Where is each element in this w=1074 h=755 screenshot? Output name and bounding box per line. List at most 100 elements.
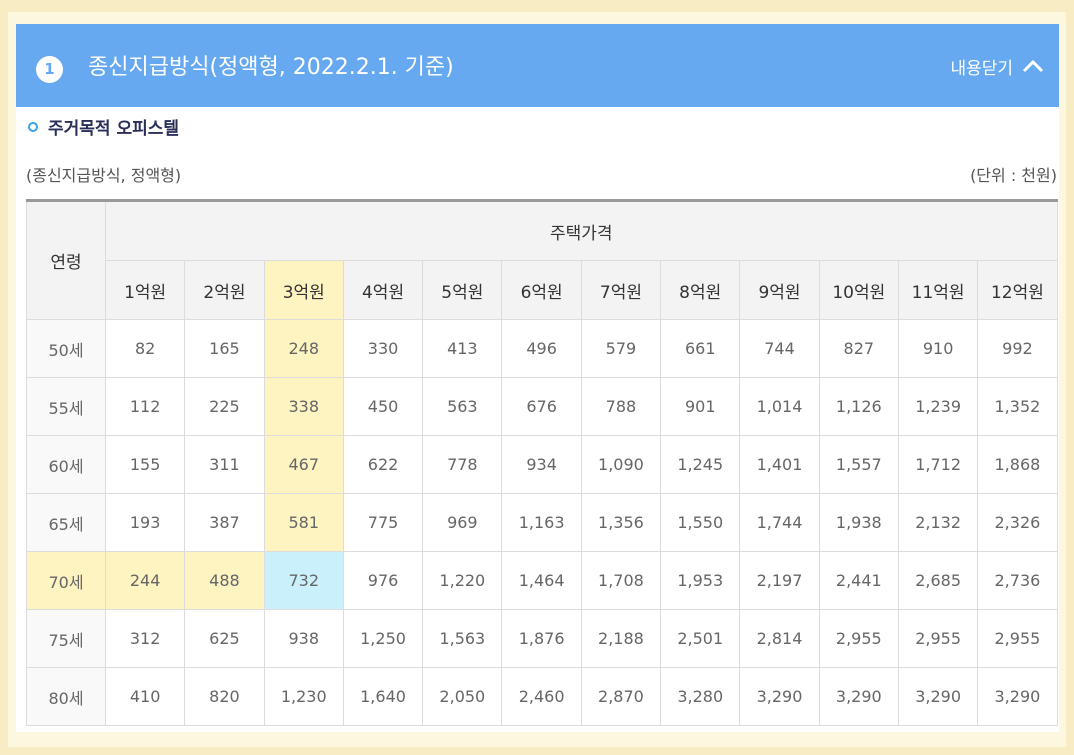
section-title: 종신지급방식(정액형, 2022.2.1. 기준) [88,55,454,80]
value-cell: 1,163 [501,493,582,552]
value-cell: 488 [184,551,265,610]
value-cell: 311 [184,435,265,494]
column-header: 10억원 [818,260,899,320]
value-cell: 2,326 [977,493,1058,552]
value-cell: 165 [184,319,265,378]
value-cell: 413 [422,319,503,378]
value-cell: 2,814 [739,609,820,668]
column-header-row: 1억원 2억원 3억원 4억원 5억원 6억원 7억원 8억원 9억원 10억원 11억원 12억원 [27,260,1058,320]
column-header: 5억원 [422,260,503,320]
value-cell: 2,441 [818,551,899,610]
value-cell: 1,868 [977,435,1058,494]
column-header: 3억원 [263,260,344,320]
content-panel: 1 종신지급방식(정액형, 2022.2.1. 기준) 내용닫기 주거목적 오피… [16,24,1059,732]
pension-table: 연령 주택가격 1억원 2억원 3억원 4억원 5억원 6억원 7억원 8억원 9억원 10억원 1… [26,199,1058,726]
subtitle: 주거목적 오피스텔 [28,114,179,139]
section-number-badge: 1 [36,56,63,83]
value-cell: 827 [818,319,899,378]
collapse-button[interactable]: 내용닫기 [950,52,1045,80]
value-cell: 155 [104,435,186,494]
value-cell: 661 [660,319,741,378]
table-row: 70세 244 488 732 976 1,220 1,464 1,708 1,953 2,197… [26,551,1058,610]
value-cell: 579 [580,319,662,378]
age-cell: 50세 [26,319,106,378]
column-header: 12억원 [977,260,1058,320]
value-cell: 1,640 [342,667,424,726]
bullet-icon [28,121,38,132]
value-cell: 1,876 [501,609,582,668]
section-header[interactable]: 1 종신지급방식(정액형, 2022.2.1. 기준) 내용닫기 [16,24,1059,107]
value-cell: 1,356 [580,493,662,552]
age-cell: 70세 [26,551,106,610]
subtitle-text: 주거목적 오피스텔 [48,119,180,139]
value-cell: 82 [104,319,186,378]
value-cell: 112 [104,377,186,436]
value-cell: 1,014 [739,377,820,436]
value-cell: 248 [263,319,344,378]
value-cell: 1,464 [501,551,582,610]
value-cell: 778 [422,435,503,494]
value-cell: 467 [263,435,344,494]
collapse-label: 내용닫기 [950,58,1013,79]
table-row: 65세 193 387 581 775 969 1,163 1,356 1,550 1,744 1,… [26,493,1058,552]
value-cell: 625 [184,609,265,668]
table-row: 75세 312 625 938 1,250 1,563 1,876 2,188 2,501 2,8… [26,609,1058,668]
chevron-up-icon [1021,58,1045,74]
value-cell: 2,460 [501,667,582,726]
value-cell: 622 [342,435,424,494]
value-cell: 992 [977,319,1058,378]
column-header: 8억원 [660,260,741,320]
value-cell: 1,708 [580,551,662,610]
table-body: 50세 82 165 248 330 413 496 579 661 744 827 910 992 55… [26,319,1058,726]
value-cell: 3,290 [818,667,899,726]
value-cell: 450 [342,377,424,436]
table-caption: (종신지급방식, 정액형) [26,166,182,185]
age-cell: 75세 [26,609,106,668]
table-row: 60세 155 311 467 622 778 934 1,090 1,245 1,401 1,55… [26,435,1058,494]
age-cell: 60세 [26,435,106,494]
value-cell: 820 [184,667,265,726]
value-cell: 581 [263,493,344,552]
value-cell: 1,563 [422,609,503,668]
value-cell: 410 [104,667,186,726]
value-cell: 1,938 [818,493,899,552]
value-cell: 2,955 [897,609,979,668]
value-cell: 3,280 [660,667,741,726]
value-cell: 1,220 [422,551,503,610]
value-cell: 938 [263,609,344,668]
value-cell: 2,685 [897,551,979,610]
table-row: 80세 410 820 1,230 1,640 2,050 2,460 2,870 3,280 3… [26,667,1058,726]
column-header: 9억원 [739,260,820,320]
value-cell: 387 [184,493,265,552]
value-cell: 1,744 [739,493,820,552]
value-cell: 1,953 [660,551,741,610]
value-cell: 2,736 [977,551,1058,610]
value-cell: 901 [660,377,741,436]
value-cell: 1,557 [818,435,899,494]
value-cell: 976 [342,551,424,610]
value-cell: 969 [422,493,503,552]
value-cell: 312 [104,609,186,668]
value-cell: 2,955 [818,609,899,668]
value-cell: 934 [501,435,582,494]
value-cell: 775 [342,493,424,552]
value-cell: 496 [501,319,582,378]
column-header: 11억원 [897,260,979,320]
value-cell: 1,230 [263,667,344,726]
table-row: 50세 82 165 248 330 413 496 579 661 744 827 910 992 [26,319,1058,378]
column-header: 6억원 [501,260,582,320]
value-cell: 193 [104,493,186,552]
value-cell: 1,090 [580,435,662,494]
value-cell: 1,245 [660,435,741,494]
value-cell: 563 [422,377,503,436]
value-cell: 744 [739,319,820,378]
value-cell: 676 [501,377,582,436]
price-header: 주택가격 [105,200,1058,261]
value-cell: 910 [897,319,979,378]
table-row: 55세 112 225 338 450 563 676 788 901 1,014 1,126 1,2… [26,377,1058,436]
value-cell: 2,197 [739,551,820,610]
column-header: 4억원 [342,260,424,320]
value-cell: 1,239 [897,377,979,436]
value-cell: 1,250 [342,609,424,668]
value-cell: 1,401 [739,435,820,494]
